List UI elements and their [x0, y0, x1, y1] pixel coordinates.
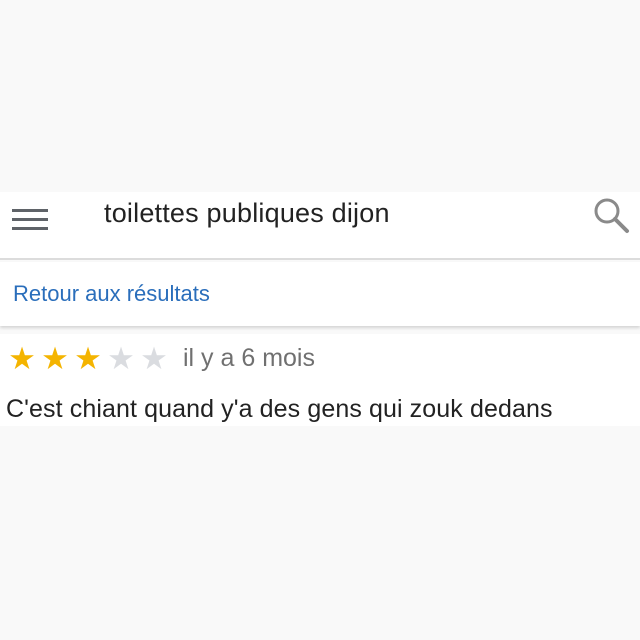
magnifier-icon — [594, 198, 629, 233]
review-text: C'est chiant quand y'a des gens qui zouk… — [6, 395, 553, 423]
star-icon: ★ — [140, 341, 168, 376]
search-input[interactable]: toilettes publiques dijon — [104, 198, 390, 229]
star-icon: ★ — [107, 341, 135, 376]
menu-line-middle — [12, 218, 48, 221]
review-date: il y a 6 mois — [183, 344, 315, 372]
star-rating: ★ ★ ★ ★ ★ — [6, 342, 170, 376]
back-to-results-link[interactable]: Retour aux résultats — [13, 281, 210, 307]
star-icon: ★ — [8, 341, 36, 376]
page: toilettes publiques dijon Retour aux rés… — [0, 0, 640, 640]
menu-line-top — [12, 209, 48, 212]
menu-line-bottom — [12, 227, 48, 230]
search-icon[interactable] — [590, 194, 634, 238]
hamburger-menu-icon[interactable] — [12, 204, 48, 234]
star-icon: ★ — [41, 341, 69, 376]
star-icon: ★ — [74, 341, 102, 376]
